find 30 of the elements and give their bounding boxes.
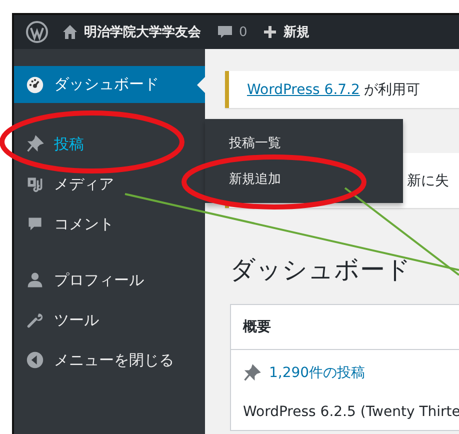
collapse-icon: [26, 351, 44, 369]
version-link[interactable]: WordPress 6.7.2: [247, 82, 360, 98]
comments-link[interactable]: 0: [209, 15, 256, 49]
dashboard-icon: [26, 76, 44, 94]
sidebar-item[interactable]: プロフィール: [14, 260, 205, 300]
sidebar-item[interactable]: ツール: [14, 300, 205, 340]
widget-title: 概要: [231, 305, 459, 350]
submenu-item[interactable]: 新規追加: [229, 170, 281, 188]
sidebar-item[interactable]: メディア: [14, 164, 205, 204]
sidebar-item[interactable]: ダッシュボード: [14, 66, 205, 103]
collapse-menu-button[interactable]: メニューを閉じる: [14, 340, 205, 380]
comment-icon: [217, 24, 233, 40]
notice-text: 新に失: [407, 172, 449, 190]
media-icon: [26, 175, 44, 193]
wrench-icon: [26, 311, 44, 329]
notice-text: が利用可: [364, 80, 420, 98]
posts-count-link[interactable]: 1,290件の投稿: [243, 364, 459, 382]
submenu-item[interactable]: 投稿一覧: [229, 134, 281, 152]
sidebar-item[interactable]: 投稿: [14, 124, 205, 164]
new-content-link[interactable]: 新規: [255, 15, 318, 49]
site-name-link[interactable]: 明治学院大学学友会: [54, 15, 209, 49]
home-icon: [62, 24, 78, 40]
person-icon: [26, 271, 44, 289]
pin-icon: [26, 135, 44, 153]
pin-icon: [243, 364, 261, 382]
comment-icon: [26, 215, 44, 233]
page-heading: ダッシュボード: [230, 254, 412, 286]
wordpress-logo-icon[interactable]: [26, 21, 48, 43]
sidebar-item[interactable]: コメント: [14, 204, 205, 244]
plus-icon: [263, 25, 278, 39]
